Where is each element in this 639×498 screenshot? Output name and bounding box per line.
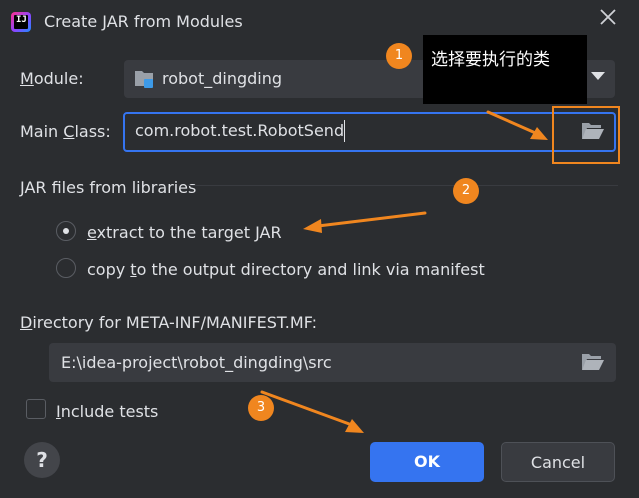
arrow-2 <box>303 211 427 233</box>
arrow-1 <box>486 110 548 140</box>
annotation-arrows <box>260 110 548 433</box>
arrow-3 <box>260 390 364 433</box>
